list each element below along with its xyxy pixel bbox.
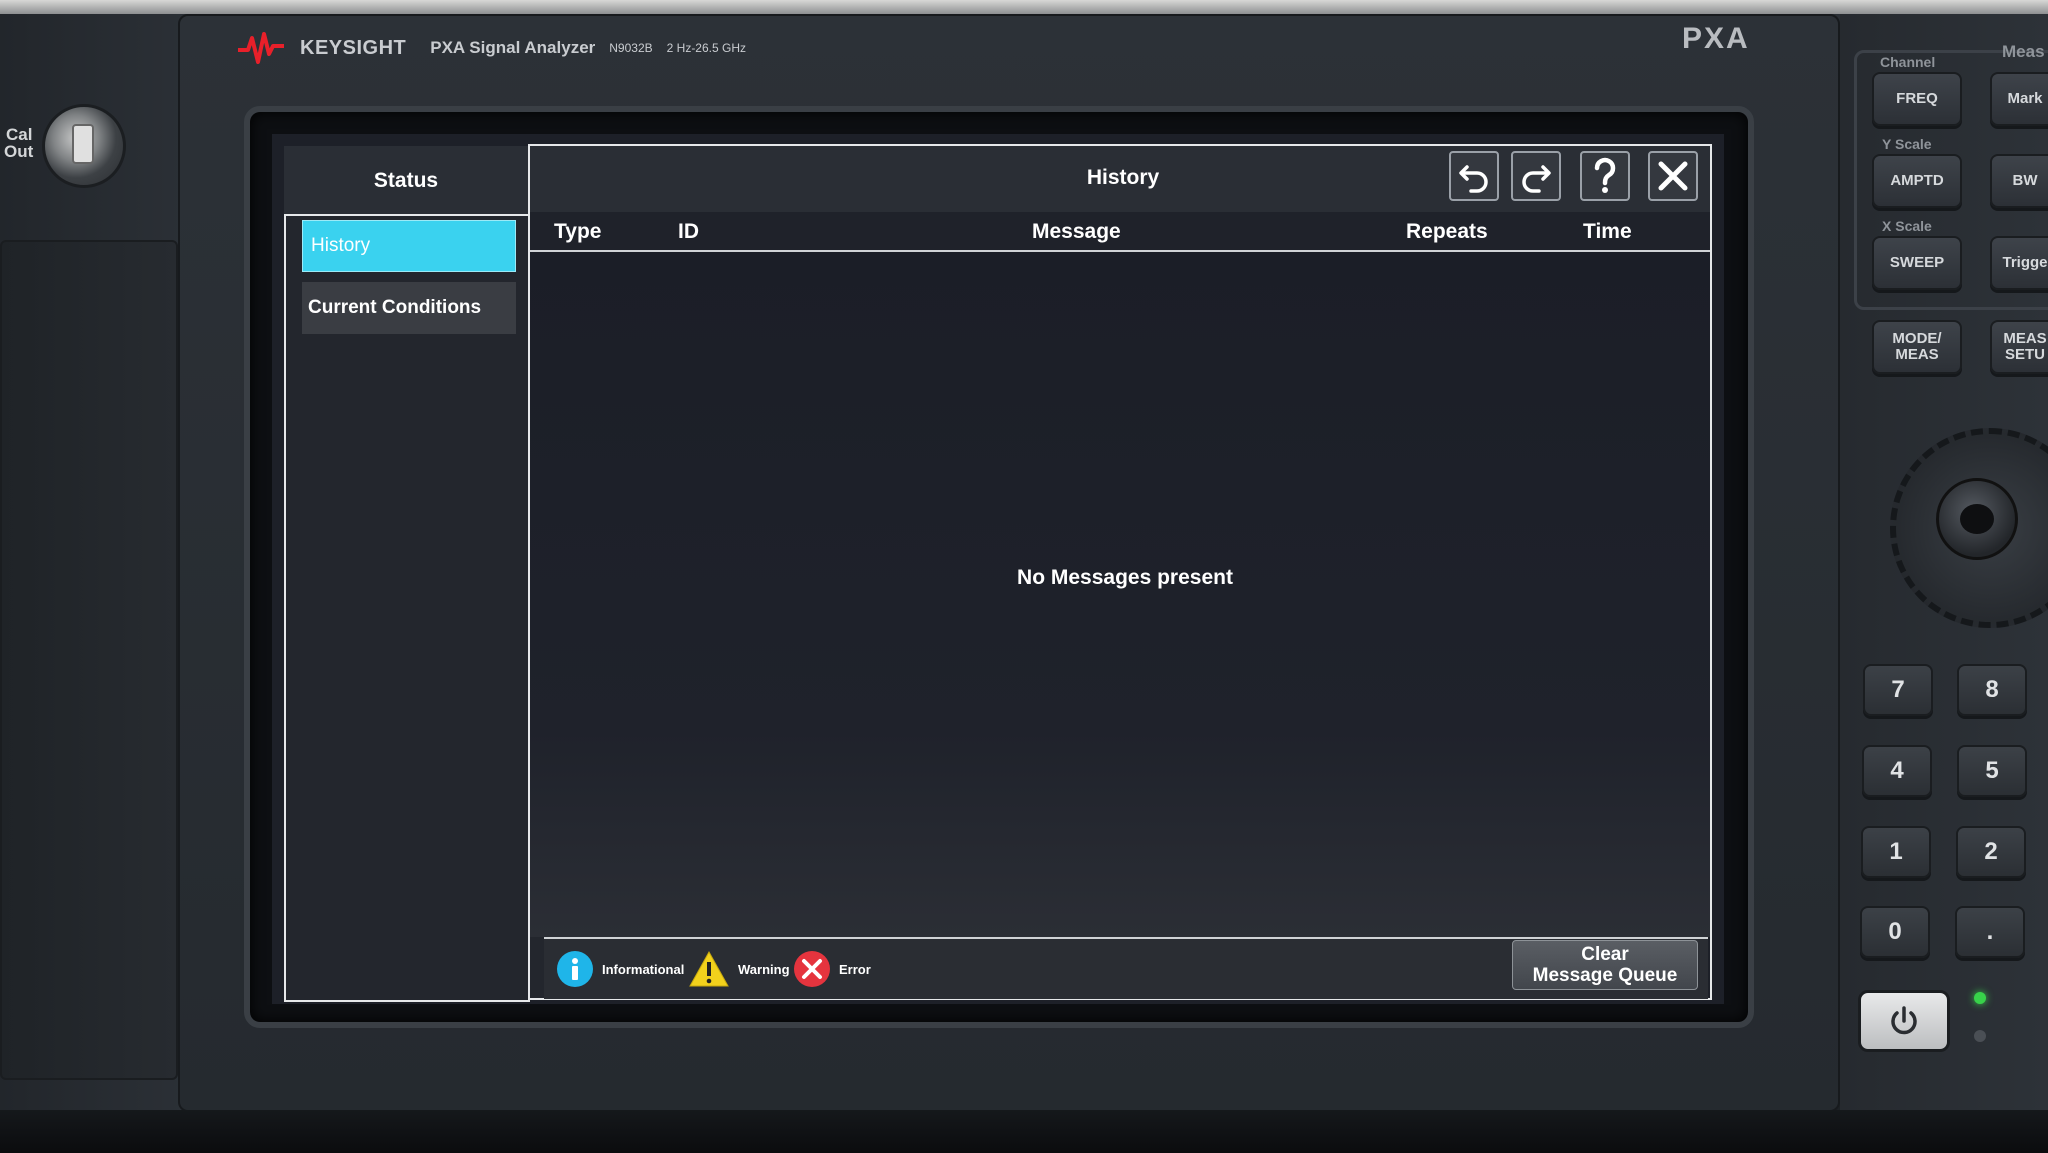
legend-label-informational: Informational [602, 961, 685, 977]
group-label-meas: Meas [2002, 42, 2045, 61]
cal-out-label-1: Cal [6, 125, 33, 144]
left-panel-inset [0, 240, 178, 1080]
meas-setup-label-1: MEAS [2003, 330, 2047, 347]
table-header-row: Type ID Message Repeats Time [530, 212, 1710, 252]
numpad-key-8[interactable]: 8 [1957, 664, 2027, 716]
numpad-key-5[interactable]: 5 [1957, 745, 2027, 797]
chassis-bottom-edge [0, 1110, 2048, 1153]
column-header-message[interactable]: Message [1032, 220, 1121, 244]
legend-label-error: Error [839, 961, 871, 977]
status-header-divider [284, 214, 530, 216]
mode-meas-label-2: MEAS [1895, 346, 1939, 363]
keysight-logo-icon [238, 32, 284, 64]
power-button[interactable] [1858, 990, 1950, 1052]
nav-item-history[interactable]: History [302, 220, 516, 272]
model-number: N9032B [609, 41, 653, 55]
sweep-key[interactable]: SWEEP [1872, 236, 1962, 290]
frequency-range: 2 Hz-26.5 GHz [666, 41, 746, 55]
redo-icon [1522, 165, 1551, 193]
meas-setup-label-2: SETU [2004, 346, 2045, 363]
clear-button-label-2: Message Queue [1532, 965, 1678, 986]
numpad-key-4[interactable]: 4 [1862, 745, 1932, 797]
meas-setup-key[interactable]: MEAS SETU [1990, 320, 2048, 374]
legend-label-warning: Warning [738, 961, 790, 977]
undo-button[interactable] [1449, 151, 1499, 201]
close-icon [1658, 161, 1688, 191]
connector-pin-icon [72, 124, 94, 164]
empty-list-message: No Messages present [1017, 566, 1233, 589]
legend-informational: Informational [556, 951, 684, 987]
bw-key[interactable]: BW [1990, 154, 2048, 208]
chassis-top-edge [0, 0, 2048, 14]
amptd-key[interactable]: AMPTD [1872, 154, 1962, 208]
error-icon [794, 951, 830, 987]
undo-icon [1459, 165, 1488, 193]
group-label-channel: Channel [1880, 54, 1936, 70]
clear-message-queue-button[interactable]: Clear Message Queue [1512, 940, 1698, 990]
power-icon [1891, 1006, 1917, 1035]
status-header: Status [284, 146, 528, 216]
help-icon [1594, 157, 1616, 193]
brand-name: KEYSIGHT [300, 36, 407, 59]
warning-icon [689, 950, 729, 987]
cal-out-label-2: Out [4, 142, 34, 161]
mode-meas-label-1: MODE/ [1892, 330, 1942, 347]
column-header-repeats[interactable]: Repeats [1406, 220, 1488, 244]
pxa-badge: PXA [1682, 22, 1750, 55]
history-title: History [1086, 166, 1160, 189]
status-panel-border [284, 146, 530, 1002]
brand-header: KEYSIGHT PXA Signal Analyzer N9032B 2 Hz… [236, 28, 746, 68]
clear-button-label-1: Clear [1581, 944, 1629, 965]
numpad-key-1[interactable]: 1 [1861, 826, 1931, 878]
group-label-y-scale: Y Scale [1882, 136, 1932, 152]
trigger-key[interactable]: Trigge [1990, 236, 2048, 290]
mode-meas-key[interactable]: MODE/ MEAS [1872, 320, 1962, 374]
numpad-key-0[interactable]: 0 [1860, 906, 1930, 958]
standby-led [1974, 1030, 1986, 1042]
nav-item-current-conditions[interactable]: Current Conditions [302, 282, 516, 334]
redo-button[interactable] [1511, 151, 1561, 201]
help-button[interactable] [1580, 151, 1630, 201]
close-button[interactable] [1648, 151, 1698, 201]
numpad-key-7[interactable]: 7 [1863, 664, 1933, 716]
numpad-key-2[interactable]: 2 [1956, 826, 2026, 878]
freq-key[interactable]: FREQ [1872, 72, 1962, 126]
knob-dimple-icon [1960, 504, 1994, 534]
info-icon [557, 951, 593, 987]
marker-key[interactable]: Mark [1990, 72, 2048, 126]
power-led-on [1974, 992, 1986, 1004]
group-label-x-scale: X Scale [1882, 218, 1932, 234]
column-header-type[interactable]: Type [554, 220, 601, 244]
column-header-id[interactable]: ID [678, 220, 699, 244]
model-name: PXA Signal Analyzer [430, 38, 596, 57]
numpad-key-decimal[interactable]: . [1955, 906, 2025, 958]
legend-warning: Warning [688, 950, 790, 987]
column-header-time[interactable]: Time [1583, 220, 1632, 244]
legend-error: Error [793, 951, 871, 987]
